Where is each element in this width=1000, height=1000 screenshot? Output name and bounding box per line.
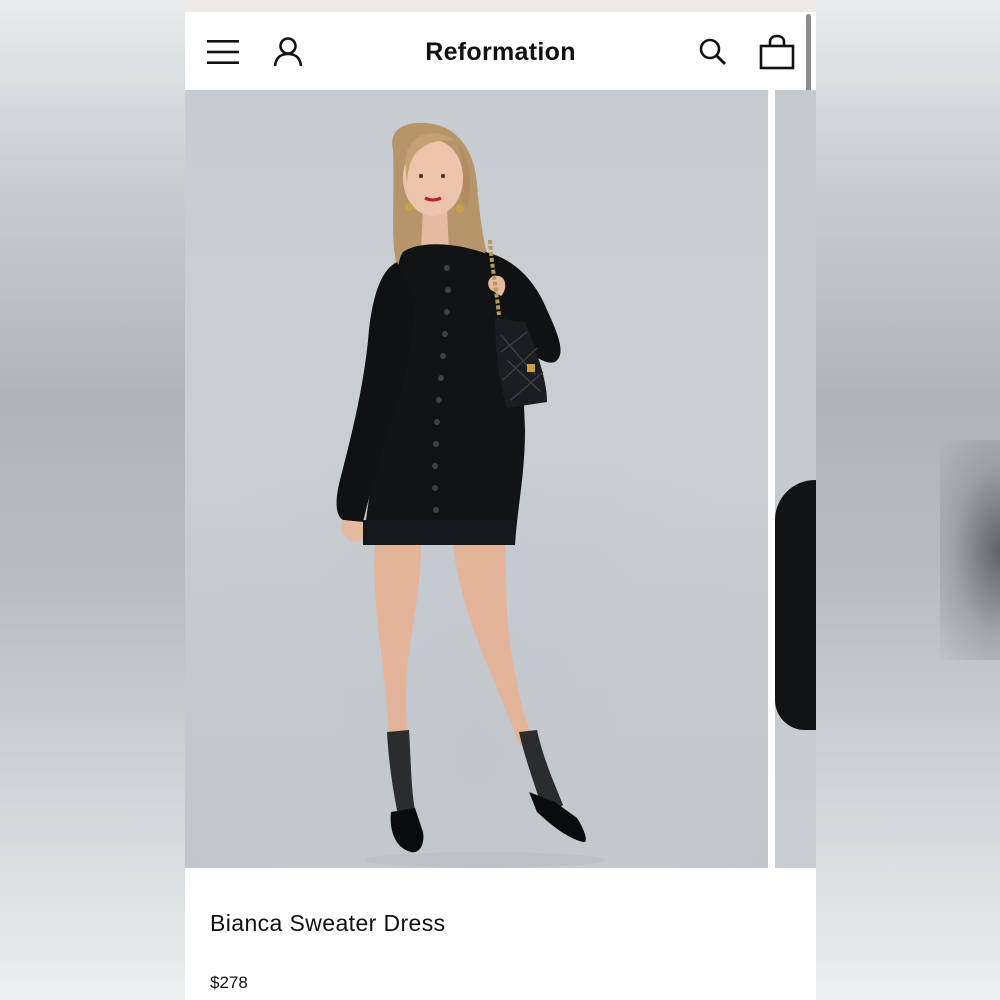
phone-screen: Reformation Bianca Sweater Dress $278 <box>185 0 816 1000</box>
product-price: $278 <box>210 973 248 992</box>
product-image[interactable] <box>185 90 768 868</box>
product-title[interactable]: Bianca Sweater Dress <box>210 910 446 937</box>
status-bar <box>185 0 816 12</box>
blurred-background-right <box>816 0 1000 1000</box>
next-image-sleeve <box>775 480 816 730</box>
search-button[interactable] <box>695 34 731 70</box>
bag-button[interactable] <box>759 34 795 70</box>
bag-icon <box>759 34 795 70</box>
top-nav: Reformation <box>185 12 816 90</box>
model-photo <box>185 90 768 868</box>
product-image-carousel[interactable] <box>185 90 816 868</box>
search-icon <box>699 38 726 65</box>
next-product-image[interactable] <box>775 90 816 868</box>
blurred-background-left <box>0 0 185 1000</box>
product-info: Bianca Sweater Dress $278 <box>185 868 816 1000</box>
